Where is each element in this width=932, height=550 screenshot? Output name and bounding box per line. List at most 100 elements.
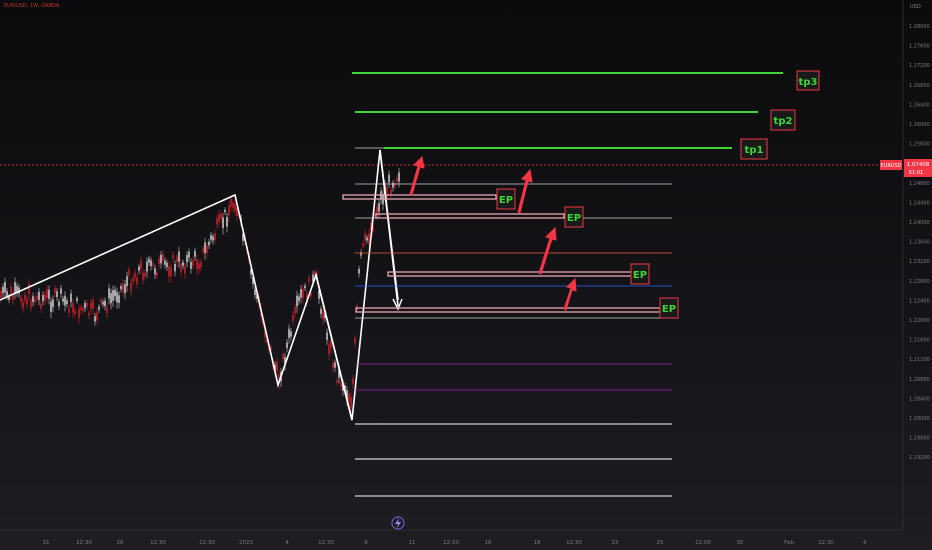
entry-label-text: EP: [567, 213, 581, 224]
candle-body: [292, 314, 294, 321]
price-tick-label: 1.20800: [909, 377, 930, 383]
candle-body: [74, 310, 76, 314]
tp3-label[interactable]: tp3: [796, 70, 820, 91]
candle-body: [66, 300, 68, 304]
candle-body: [328, 344, 330, 355]
candle-body: [352, 378, 354, 385]
time-tick-label: 12:30: [150, 540, 166, 546]
time-scale[interactable]: 31 12:30 26 12:30 12:30 2023 4 12:30 9 11 12:30 16 1…: [43, 540, 868, 546]
candle-body: [388, 174, 390, 183]
candle-body: [112, 290, 114, 301]
candle-body: [336, 380, 338, 383]
candle-body: [204, 242, 206, 254]
entry-label-1[interactable]: EP: [496, 188, 516, 210]
entry-zone-2[interactable]: [375, 213, 565, 219]
entry-label-text: EP: [633, 270, 647, 281]
current-price-badge: EURUSD 1.07408 51:01: [880, 159, 932, 177]
candle-body: [300, 289, 302, 298]
candle-body: [220, 213, 222, 219]
candle-body: [24, 294, 26, 301]
candle-body: [154, 268, 156, 275]
candle-body: [276, 362, 278, 372]
bar-countdown: 51:01: [909, 170, 923, 176]
candle-body: [156, 272, 158, 276]
candle-body: [194, 251, 196, 257]
price-tick-label: 1.24800: [909, 181, 930, 187]
candle-body: [58, 301, 60, 307]
candle-body: [6, 291, 8, 296]
candle-body: [230, 199, 232, 207]
candle-body: [124, 284, 126, 294]
candle-body: [84, 303, 86, 308]
candle-body: [332, 362, 334, 369]
candle-body: [2, 287, 4, 294]
tp1-label[interactable]: tp1: [740, 138, 768, 160]
candle-body: [88, 312, 90, 316]
candle-body: [92, 300, 94, 309]
entry-zone-1[interactable]: [342, 194, 497, 200]
candle-body: [150, 260, 152, 267]
candle-body: [208, 241, 210, 246]
candle-body: [106, 306, 108, 314]
time-tick-label: 31: [43, 540, 50, 546]
candle-body: [148, 258, 150, 263]
entry-label-text: EP: [499, 195, 513, 206]
candle-body: [116, 292, 118, 303]
candle-body: [48, 289, 50, 299]
current-price-value: 1.07408: [907, 162, 930, 168]
candle-body: [228, 205, 230, 216]
candle-body: [146, 261, 148, 272]
candle-body: [136, 277, 138, 285]
entry-zone-3[interactable]: [387, 271, 633, 277]
candles: [0, 168, 400, 415]
candle-body: [104, 300, 106, 307]
entry-label-4[interactable]: EP: [659, 297, 679, 319]
price-tick-label: 1.20400: [909, 396, 930, 402]
candle-body: [214, 233, 216, 240]
entry-zone-4[interactable]: [355, 307, 661, 313]
candle-body: [330, 340, 332, 349]
tp2-label[interactable]: tp2: [770, 109, 796, 131]
lightning-icon[interactable]: [391, 516, 405, 530]
time-tick-label: 26: [117, 540, 124, 546]
candle-body: [254, 289, 256, 295]
price-tick-label: 1.27200: [909, 63, 930, 69]
time-tick-label: 12:30: [566, 540, 582, 546]
candle-body: [34, 298, 36, 303]
candle-body: [60, 288, 62, 294]
candle-body: [64, 295, 66, 306]
price-scale[interactable]: 1.28000 1.27600 1.27200 1.26800 1.26400 1.260…: [909, 24, 930, 461]
time-tick-label: 23: [612, 540, 619, 546]
candle-body: [26, 299, 28, 305]
time-tick-label: 16: [485, 540, 492, 546]
candle-body: [120, 286, 122, 290]
price-currency: USD: [910, 4, 921, 10]
candle-body: [354, 338, 356, 344]
candle-body: [178, 251, 180, 262]
candle-body: [114, 289, 116, 297]
candle-body: [62, 298, 64, 302]
candle-body: [202, 248, 204, 252]
candle-body: [152, 263, 154, 266]
candle-body: [36, 295, 38, 299]
candle-body: [398, 172, 400, 182]
candle-body: [188, 251, 190, 258]
candle-body: [282, 354, 284, 359]
candle-body: [130, 283, 132, 292]
entry-label-3[interactable]: EP: [630, 263, 650, 285]
entry-label-2[interactable]: EP: [564, 206, 584, 228]
candle-body: [386, 187, 388, 198]
candle-body: [122, 283, 124, 292]
candle-body: [366, 237, 368, 241]
candle-body: [68, 308, 70, 313]
candle-body: [46, 289, 48, 298]
price-tick-label: 1.21200: [909, 357, 930, 363]
time-tick-label: 12:30: [443, 540, 459, 546]
candle-body: [210, 235, 212, 240]
price-tick-label: 1.19600: [909, 436, 930, 442]
price-tick-label: 1.22000: [909, 318, 930, 324]
candle-body: [134, 272, 136, 278]
chart-canvas[interactable]: EP EP EP EP tp1 tp2 tp3 1.280001.276001.…: [0, 0, 932, 550]
candle-body: [340, 382, 342, 388]
candle-body: [304, 285, 306, 289]
